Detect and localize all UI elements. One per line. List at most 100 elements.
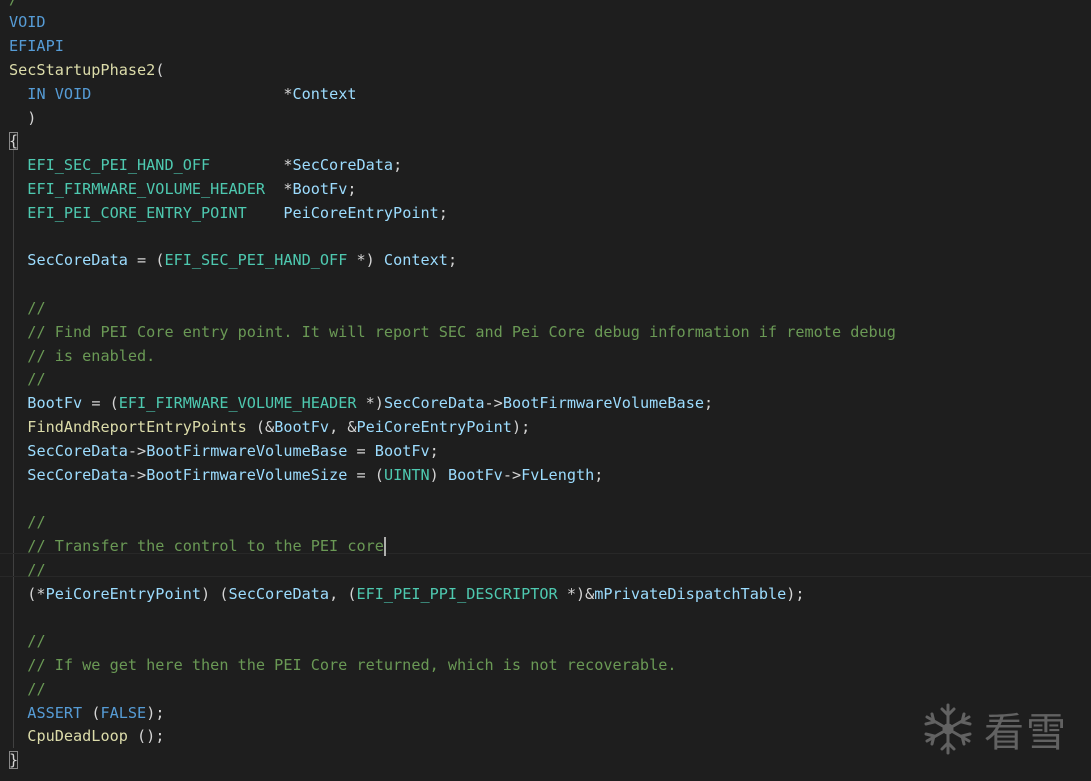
code-line[interactable]: SecCoreData->BootFirmwareVolumeSize = (U… [9, 464, 603, 488]
code-token: SecCoreData [27, 441, 128, 460]
code-token: * [210, 156, 293, 175]
code-line[interactable]: IN VOID *Context [9, 83, 356, 107]
code-line[interactable]: CpuDeadLoop (); [9, 725, 164, 749]
code-token: IN [27, 84, 46, 103]
code-token: * [265, 179, 293, 198]
code-token: ; [438, 203, 448, 222]
code-token: EFI_SEC_PEI_HAND_OFF [27, 156, 211, 175]
code-token: -> [127, 465, 147, 484]
code-token: // is enabled. [27, 346, 156, 365]
code-token: BootFirmwareVolumeBase [146, 441, 348, 460]
code-token: BootFv [274, 417, 330, 436]
code-token: BootFv [374, 441, 430, 460]
code-token: BootFirmwareVolumeSize [146, 465, 348, 484]
code-line[interactable]: EFIAPI [9, 35, 64, 59]
code-token: ; [594, 465, 604, 484]
code-token: { [9, 132, 19, 151]
code-token: } [9, 751, 19, 770]
code-token: // If we get here then the PEI Core retu… [27, 655, 677, 674]
code-token: *) [347, 251, 384, 270]
code-line[interactable]: // [9, 368, 45, 392]
code-token: ( [155, 60, 165, 79]
code-line[interactable]: // [9, 630, 46, 654]
code-token: ) ( [201, 584, 229, 603]
code-token: (); [127, 727, 165, 746]
code-line[interactable]: } [9, 749, 19, 773]
code-line[interactable]: // [9, 297, 46, 321]
code-line[interactable]: VOID [9, 11, 46, 35]
code-token: // [27, 298, 46, 317]
code-line[interactable]: // Find PEI Core entry point. It will re… [9, 321, 896, 345]
code-token: FindAndReportEntryPoints [27, 417, 247, 436]
code-token: ); [786, 584, 805, 603]
code-token: ; [347, 179, 357, 198]
code-token: mPrivateDispatchTable [594, 584, 787, 603]
code-line[interactable]: // [9, 559, 45, 583]
code-line[interactable]: ) [9, 107, 36, 131]
code-line[interactable]: EFI_PEI_CORE_ENTRY_POINT PeiCoreEntryPoi… [9, 202, 448, 226]
code-line[interactable]: { [9, 130, 19, 154]
watermark-text: 看雪 [984, 710, 1068, 756]
code-token: ; [704, 394, 714, 413]
code-line[interactable]: // [9, 678, 46, 702]
code-token: BootFv [447, 465, 503, 484]
code-token: = [347, 441, 375, 460]
code-line[interactable]: ASSERT (FALSE); [9, 702, 164, 726]
code-token: FvLength [521, 465, 595, 484]
code-line[interactable]: SecCoreData->BootFirmwareVolumeBase = Bo… [9, 440, 439, 464]
code-token: * [91, 84, 293, 103]
code-token: BootFv [292, 179, 348, 198]
code-token: = ( [82, 394, 119, 413]
code-token: ) [9, 108, 37, 127]
code-token: VOID [54, 84, 92, 103]
code-token: SecCoreData [228, 584, 330, 603]
code-token: // [27, 679, 46, 698]
code-token: CpuDeadLoop [27, 727, 128, 746]
code-token: PeiCoreEntryPoint [45, 584, 202, 603]
code-token: SecCoreData [383, 394, 485, 413]
code-token: // [27, 632, 46, 651]
code-token: ); [146, 703, 165, 722]
code-token: // Find PEI Core entry point. It will re… [27, 322, 896, 341]
code-token: VOID [9, 13, 46, 32]
code-token: ; [429, 441, 439, 460]
code-token: SecStartupPhase2 [9, 60, 156, 79]
code-line[interactable]: EFI_FIRMWARE_VOLUME_HEADER *BootFv; [9, 178, 357, 202]
code-token: UINTN [383, 465, 430, 484]
code-line[interactable]: SecCoreData = (EFI_SEC_PEI_HAND_OFF *) C… [9, 249, 457, 273]
code-line[interactable]: / [9, 0, 18, 11]
code-token: EFI_SEC_PEI_HAND_OFF [164, 251, 348, 270]
code-line[interactable]: SecStartupPhase2( [9, 59, 164, 83]
text-cursor [383, 536, 386, 556]
code-token: ); [511, 417, 531, 436]
code-token: (& [246, 417, 275, 436]
code-line[interactable]: FindAndReportEntryPoints (&BootFv, &PeiC… [9, 416, 530, 440]
code-token: ) [429, 465, 448, 484]
code-line[interactable]: // Transfer the control to the PEI core [9, 535, 386, 559]
code-token: PeiCoreEntryPoint [356, 417, 512, 436]
code-line[interactable]: EFI_SEC_PEI_HAND_OFF *SecCoreData; [9, 154, 402, 178]
code-token: PeiCoreEntryPoint [283, 203, 439, 222]
code-token: // Transfer the control to the PEI core [27, 536, 384, 555]
code-token: BootFv [27, 394, 83, 413]
code-token: EFIAPI [9, 37, 64, 56]
code-line[interactable]: // is enabled. [9, 345, 155, 369]
code-editor[interactable]: / VOID EFIAPI SecStartupPhase2( IN VOID *Co… [0, 0, 1091, 781]
code-line[interactable]: // [9, 511, 45, 535]
code-line[interactable]: BootFv = (EFI_FIRMWARE_VOLUME_HEADER *)S… [9, 392, 713, 416]
code-line[interactable]: (*PeiCoreEntryPoint) (SecCoreData, (EFI_… [9, 583, 805, 607]
code-line[interactable]: // If we get here then the PEI Core retu… [9, 654, 677, 678]
